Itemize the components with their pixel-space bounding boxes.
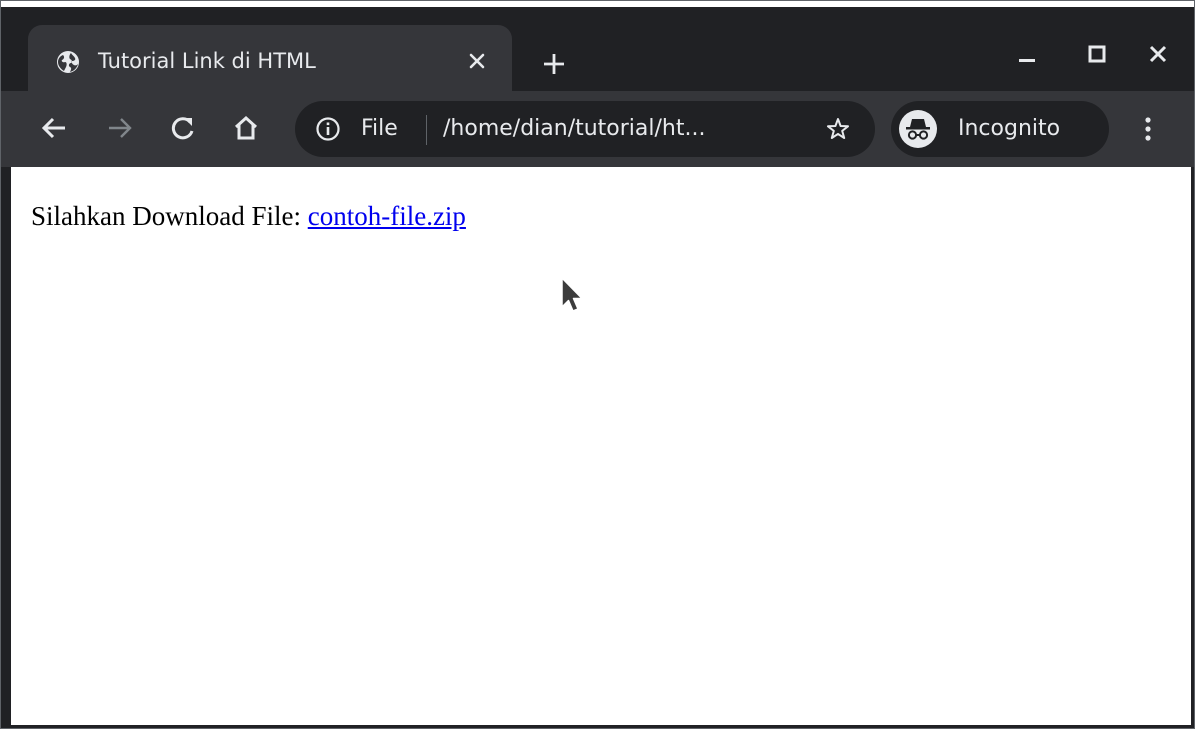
info-icon[interactable] [315, 116, 341, 142]
site-info-label[interactable]: File [361, 113, 398, 145]
incognito-icon [899, 110, 937, 148]
incognito-label: Incognito [958, 116, 1061, 141]
download-prompt-text: Silahkan Download File: [31, 201, 301, 231]
tab-title: Tutorial Link di HTML [98, 49, 316, 73]
forward-arrow-icon[interactable] [105, 113, 135, 143]
tab-strip: Tutorial Link di HTML [1, 1, 1194, 97]
bookmark-star-icon[interactable] [825, 116, 851, 142]
page-paragraph: Silahkan Download File: contoh-file.zip [31, 201, 466, 232]
kebab-menu-icon[interactable] [1139, 113, 1157, 145]
minimize-icon[interactable] [1014, 41, 1040, 67]
back-arrow-icon[interactable] [39, 113, 69, 143]
close-tab-icon[interactable] [466, 50, 488, 72]
maximize-icon[interactable] [1084, 41, 1110, 67]
download-link[interactable]: contoh-file.zip [308, 201, 466, 231]
address-bar[interactable]: File /home/dian/tutorial/ht... [295, 101, 875, 157]
mouse-pointer-icon [561, 277, 583, 312]
tab-active[interactable]: Tutorial Link di HTML [28, 25, 512, 97]
close-window-icon[interactable] [1145, 41, 1171, 67]
new-tab-icon[interactable] [541, 51, 567, 77]
home-icon[interactable] [231, 113, 261, 143]
url-text[interactable]: /home/dian/tutorial/ht... [443, 113, 705, 145]
reload-icon[interactable] [168, 113, 198, 143]
omnibox-divider [426, 115, 427, 145]
incognito-badge[interactable]: Incognito [891, 101, 1109, 157]
browser-window: Tutorial Link di HTML File /home/dian/tu… [0, 0, 1195, 729]
toolbar: File /home/dian/tutorial/ht... Incognito [1, 91, 1194, 167]
page-viewport: Silahkan Download File: contoh-file.zip [11, 167, 1191, 725]
globe-icon [57, 51, 79, 73]
